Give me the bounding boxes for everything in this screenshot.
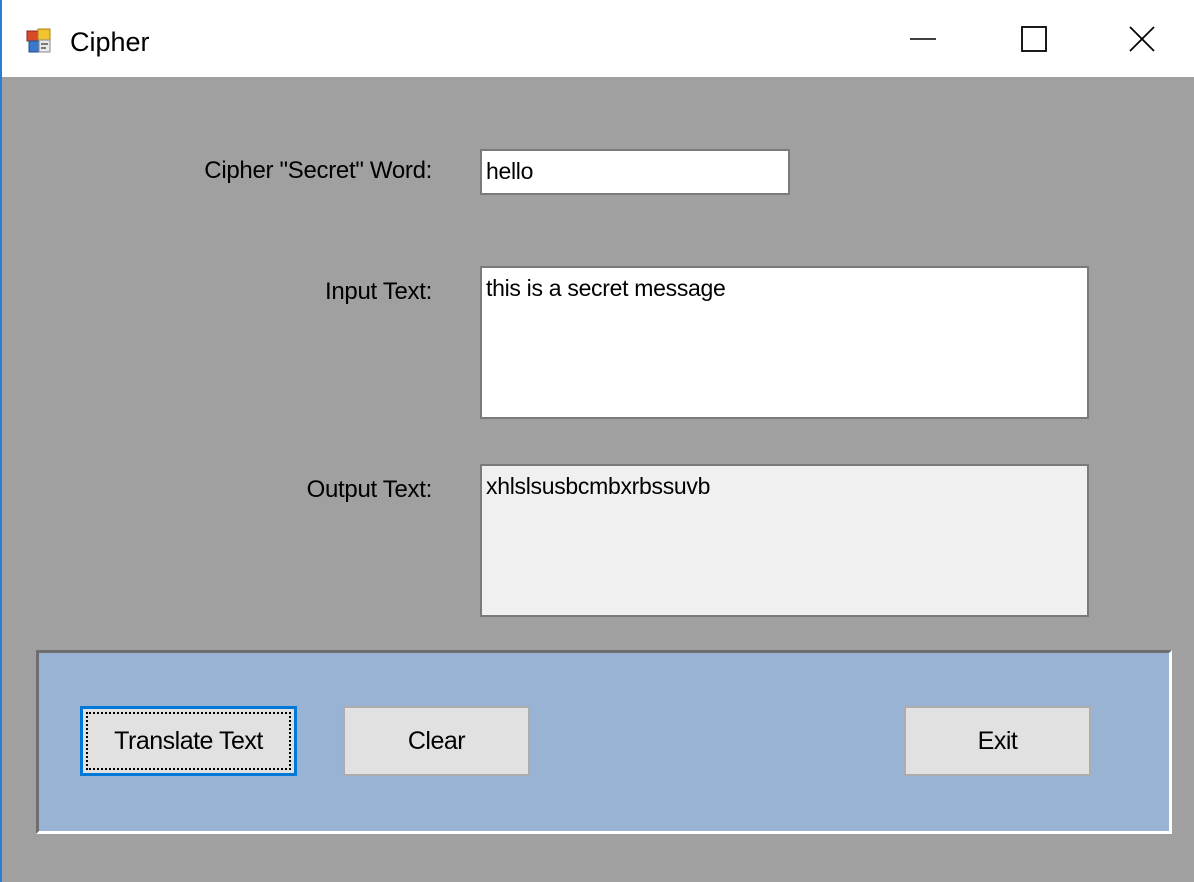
input-text-label: Input Text:	[325, 278, 432, 305]
secret-word-input[interactable]: hello	[480, 149, 790, 195]
maximize-button[interactable]	[989, 0, 1079, 77]
output-text-label: Output Text:	[306, 476, 433, 503]
output-text-area[interactable]: xhlslsusbcmbxrbssuvb	[480, 464, 1089, 617]
secret-word-label: Cipher "Secret" Word:	[204, 157, 432, 184]
input-text-area[interactable]: this is a secret message	[480, 266, 1089, 419]
minimize-button[interactable]	[878, 0, 968, 77]
button-panel: Translate Text Clear Exit	[36, 650, 1172, 834]
exit-button[interactable]: Exit	[904, 706, 1091, 776]
maximize-icon	[1021, 25, 1047, 52]
title-bar[interactable]: Cipher	[2, 0, 1194, 77]
translate-text-button[interactable]: Translate Text	[80, 706, 297, 776]
clear-button[interactable]: Clear	[343, 706, 530, 776]
close-icon	[1129, 25, 1155, 52]
window-title: Cipher	[70, 27, 150, 57]
cipher-window: Cipher Cipher "Secret" Word: hello Input…	[0, 0, 1194, 882]
exit-label: Exit	[977, 726, 1018, 755]
minimize-icon	[910, 37, 936, 40]
close-button[interactable]	[1097, 0, 1187, 77]
clear-label: Clear	[407, 726, 466, 755]
app-icon	[26, 28, 52, 54]
translate-text-label: Translate Text	[114, 726, 263, 755]
